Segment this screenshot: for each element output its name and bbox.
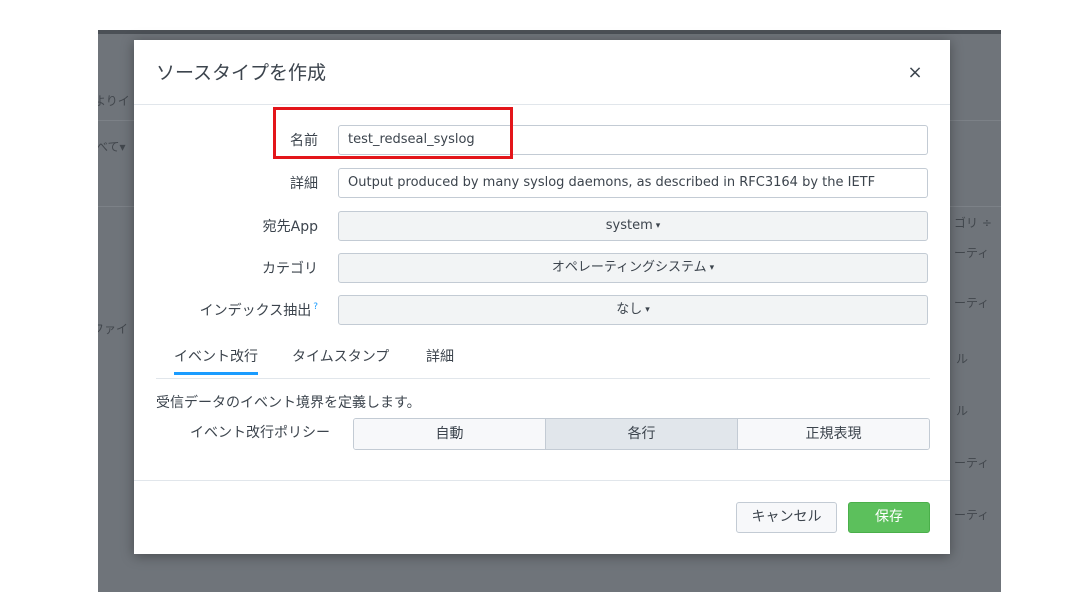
tab-timestamp[interactable]: タイムスタンプ (292, 346, 389, 366)
create-sourcetype-modal: ソースタイプを作成 × 名前 test_redseal_syslog 詳細 Ou… (134, 40, 950, 554)
background-text: ーティ (954, 296, 990, 310)
policy-option-every-line[interactable]: 各行 (545, 419, 737, 449)
background-text: ーティ (954, 246, 990, 260)
index-extraction-label: インデックス抽出? (200, 300, 318, 320)
modal-title: ソースタイプを作成 (156, 62, 327, 84)
policy-option-regex[interactable]: 正規表現 (737, 419, 929, 449)
background-text: ル (956, 352, 969, 366)
caret-down-icon: ▾ (709, 263, 715, 273)
background-text: ーティ (954, 456, 990, 470)
save-button[interactable]: 保存 (848, 502, 930, 533)
index-extraction-label-text: インデックス抽出 (199, 303, 312, 319)
background-topbar (98, 30, 1001, 34)
background-text: ル (956, 404, 969, 418)
destination-app-dropdown[interactable]: system ▾ (338, 211, 928, 241)
event-break-policy-label: イベント改行ポリシー (190, 425, 330, 441)
header-divider (134, 104, 950, 105)
tab-event-breaks[interactable]: イベント改行 (174, 346, 258, 375)
tab-advanced[interactable]: 詳細 (426, 346, 454, 366)
settings-tabs: イベント改行 タイムスタンプ 詳細 (156, 340, 930, 379)
cancel-button[interactable]: キャンセル (736, 502, 837, 533)
policy-option-auto[interactable]: 自動 (354, 419, 545, 449)
destination-app-label: 宛先App (262, 219, 318, 235)
caret-down-icon: ▾ (655, 221, 661, 231)
description-label: 詳細 (290, 176, 318, 192)
event-breaks-description: 受信データのイベント境界を定義します。 (156, 395, 421, 411)
category-label: カテゴリ (262, 261, 318, 277)
help-icon[interactable]: ? (313, 302, 318, 312)
description-input[interactable]: Output produced by many syslog daemons, … (338, 168, 928, 198)
event-break-policy-control: 自動 各行 正規表現 (353, 418, 930, 450)
caret-down-icon: ▾ (645, 305, 650, 315)
index-extraction-value: なし (616, 302, 643, 317)
background-text: ファイ (98, 322, 129, 336)
category-dropdown[interactable]: オペレーティングシステム ▾ (338, 253, 928, 283)
background-text: べて▾ (98, 140, 126, 154)
destination-app-value: system (605, 218, 653, 233)
background-text: よりイ (98, 94, 130, 108)
background-text: ゴリ ÷ (954, 216, 992, 230)
index-extraction-dropdown[interactable]: なし ▾ (338, 295, 928, 325)
category-value: オペレーティングシステム (551, 260, 707, 275)
close-icon[interactable]: × (904, 62, 926, 84)
footer-divider (134, 480, 950, 481)
name-field-highlight-box (273, 107, 513, 159)
background-text: ーティ (954, 508, 990, 522)
